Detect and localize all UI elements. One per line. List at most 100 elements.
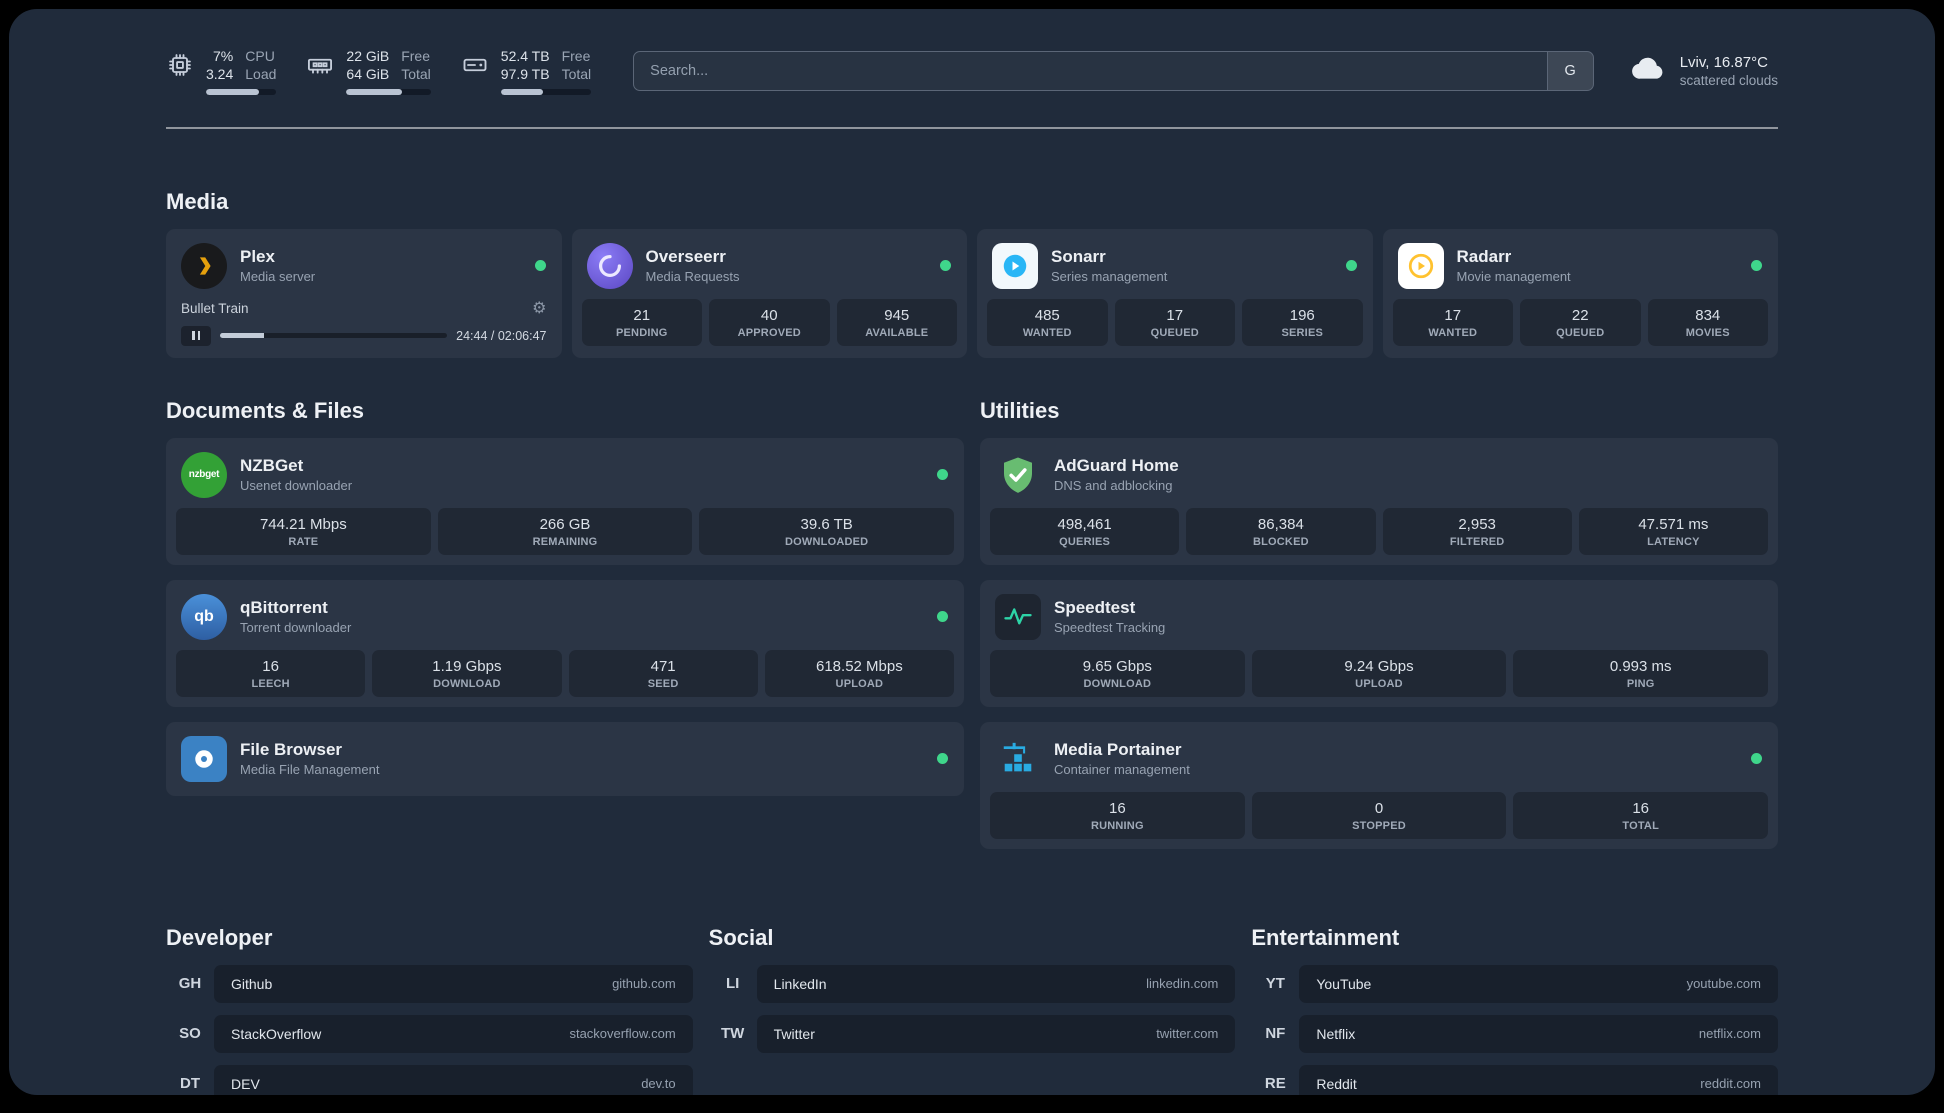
service-stats: 498,461 QUERIES 86,384 BLOCKED 2,953 FIL…: [990, 507, 1768, 555]
service-card-sonarr: Sonarr Series management 485 WANTED 17 Q…: [977, 228, 1373, 358]
service-stats: 21 PENDING 40 APPROVED 945 AVAILABLE: [581, 298, 957, 346]
memory-progress-bar: [346, 88, 431, 95]
bookmark-group-title: Social: [708, 924, 774, 950]
playback-progress-bar: [220, 333, 448, 339]
service-name: Media Portainer: [1054, 740, 1182, 760]
service-link-filebrowser[interactable]: File Browser Media File Management: [176, 732, 954, 786]
disk-widget: 52.4 TB 97.9 TB Free Total: [461, 47, 592, 95]
playback-time: 24:44 / 02:06:47: [456, 328, 547, 343]
bookmark-linkedin[interactable]: LI LinkedIn linkedin.com: [709, 964, 1236, 1003]
disk-free-label: Free: [561, 48, 591, 64]
stat-upload: 9.24 Gbps UPLOAD: [1251, 649, 1507, 697]
service-link-portainer[interactable]: Media Portainer Container management: [990, 732, 1768, 792]
service-link-sonarr[interactable]: Sonarr Series management: [987, 239, 1363, 299]
disk-icon: [461, 51, 489, 79]
service-link-qbittorrent[interactable]: qb qBittorrent Torrent downloader: [176, 590, 954, 650]
service-name: Radarr: [1456, 247, 1512, 267]
qbittorrent-icon: qb: [181, 593, 227, 640]
bookmark-group-developer: Developer GH Github github.com SO StackO…: [166, 925, 693, 1095]
section-utilities: Utilities AdGuard Home DNS and adblockin…: [980, 398, 1778, 849]
bookmark-domain: youtube.com: [1686, 976, 1761, 992]
cpu-widget: 7% 3.24 CPU Load: [166, 47, 277, 95]
bookmark-abbr: YT: [1265, 975, 1285, 993]
search-input[interactable]: [634, 51, 1547, 90]
stat-queued: 22 QUEUED: [1520, 298, 1641, 346]
bookmark-domain: linkedin.com: [1146, 976, 1219, 992]
stat-stopped: 0 STOPPED: [1251, 791, 1507, 839]
service-description: Media server: [240, 269, 316, 285]
search-provider-button[interactable]: G: [1546, 51, 1593, 90]
portainer-icon: [995, 736, 1041, 782]
stat-wanted: 17 WANTED: [1392, 298, 1513, 346]
bookmark-name: YouTube: [1316, 975, 1372, 992]
bookmark-stackoverflow[interactable]: SO StackOverflow stackoverflow.com: [166, 1014, 693, 1053]
status-dot: [534, 260, 546, 272]
memory-icon: [306, 51, 334, 79]
service-link-radarr[interactable]: Radarr Movie management: [1393, 239, 1769, 299]
service-stats: 17 WANTED 22 QUEUED 834 MOVIES: [1392, 298, 1768, 346]
status-dot: [1751, 260, 1762, 272]
service-name: qBittorrent: [240, 598, 328, 618]
stat-pending: 21 PENDING: [581, 298, 702, 346]
stat-wanted: 485 WANTED: [987, 298, 1108, 346]
section-title-media: Media: [166, 188, 229, 214]
bookmark-domain: twitter.com: [1156, 1026, 1219, 1042]
bookmark-name: DEV: [231, 1075, 260, 1092]
filebrowser-icon: [181, 735, 227, 782]
service-stats: 485 WANTED 17 QUEUED 196 SERIES: [987, 298, 1363, 346]
weather-widget: Lviv, 16.87°C scattered clouds: [1628, 48, 1778, 93]
pause-button[interactable]: [181, 325, 211, 346]
bookmark-twitter[interactable]: TW Twitter twitter.com: [709, 1014, 1236, 1053]
status-dot: [937, 753, 948, 765]
stat-available: 945 AVAILABLE: [836, 298, 957, 346]
service-link-nzbget[interactable]: nzbget NZBGet Usenet downloader: [176, 448, 954, 508]
bookmark-abbr: NF: [1265, 1025, 1286, 1043]
service-description: Torrent downloader: [240, 620, 352, 636]
stat-leech: 16 LEECH: [176, 649, 366, 697]
stat-movies: 834 MOVIES: [1647, 298, 1768, 346]
service-description: Speedtest Tracking: [1054, 620, 1166, 636]
service-link-overseerr[interactable]: Overseerr Media Requests: [582, 239, 958, 299]
stat-latency: 47.571 ms LATENCY: [1578, 507, 1768, 555]
memory-widget: 22 GiB 64 GiB Free Total: [306, 47, 431, 95]
bookmark-group-title: Developer: [166, 924, 273, 950]
section-bookmarks: Developer GH Github github.com SO StackO…: [166, 925, 1778, 1095]
bookmark-github[interactable]: GH Github github.com: [166, 964, 693, 1003]
service-card-portainer: Media Portainer Container management 16 …: [980, 721, 1778, 849]
service-stats: 16 RUNNING 0 STOPPED 16 TOTAL: [990, 791, 1769, 839]
service-name: Plex: [240, 247, 275, 267]
service-name: Speedtest: [1054, 598, 1136, 618]
service-description: DNS and adblocking: [1054, 478, 1173, 494]
service-link-speedtest[interactable]: Speedtest Speedtest Tracking: [990, 590, 1768, 650]
stat-blocked: 86,384 BLOCKED: [1186, 507, 1376, 555]
disk-total-label: Total: [561, 66, 592, 83]
service-name: Overseerr: [645, 247, 726, 267]
plex-now-playing: Bullet Train ⚙ 24:44 / 02:06:47: [176, 299, 552, 348]
cpu-usage-value: 7%: [213, 48, 234, 64]
stat-rate: 744.21 Mbps RATE: [176, 507, 431, 555]
stat-upload: 618.52 Mbps UPLOAD: [764, 649, 954, 697]
bookmark-abbr: LI: [725, 975, 740, 993]
service-stats: 9.65 Gbps DOWNLOAD 9.24 Gbps UPLOAD 0.99…: [990, 649, 1769, 697]
service-name: NZBGet: [240, 456, 304, 476]
resource-widgets: 7% 3.24 CPU Load 22 GiB 64 GiB Free Tota…: [166, 47, 592, 95]
service-card-overseerr: Overseerr Media Requests 21 PENDING 40 A…: [571, 228, 967, 358]
stat-series: 196 SERIES: [1242, 298, 1363, 346]
cpu-load-value: 3.24: [206, 66, 234, 83]
search-bar: G: [633, 50, 1594, 91]
memory-total-label: Total: [401, 66, 431, 83]
bookmark-youtube[interactable]: YT YouTube youtube.com: [1251, 964, 1778, 1003]
bookmark-abbr: TW: [720, 1025, 745, 1043]
bookmark-reddit[interactable]: RE Reddit reddit.com: [1251, 1064, 1778, 1095]
overseerr-icon: [586, 242, 633, 289]
bookmark-name: Github: [231, 975, 273, 992]
gear-icon[interactable]: ⚙: [532, 300, 546, 317]
disk-total-value: 97.9 TB: [500, 66, 550, 83]
service-link-plex[interactable]: Plex Media server: [176, 239, 552, 299]
service-link-adguard[interactable]: AdGuard Home DNS and adblocking: [990, 448, 1768, 508]
radarr-icon: [1397, 242, 1444, 289]
bookmark-dev[interactable]: DT DEV dev.to: [166, 1064, 693, 1095]
now-playing-title: Bullet Train: [181, 301, 249, 317]
service-description: Series management: [1051, 269, 1168, 285]
bookmark-netflix[interactable]: NF Netflix netflix.com: [1251, 1014, 1778, 1053]
